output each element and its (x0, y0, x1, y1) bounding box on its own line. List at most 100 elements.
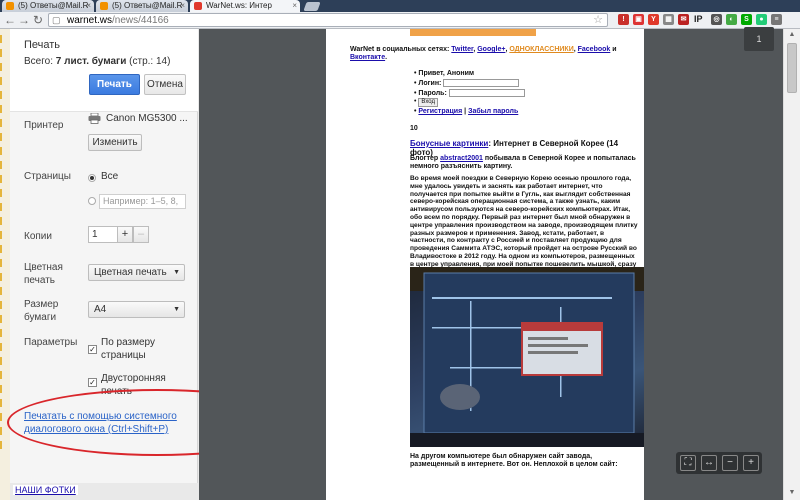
paper-size-select[interactable]: A4 ▼ (88, 301, 185, 318)
pages-custom-radio[interactable] (88, 197, 96, 205)
total-sheets: Всего: 7 лист. бумаги (стр.: 14) (24, 56, 170, 67)
color-label: Цветная печать (24, 262, 63, 286)
copies-decrement-button[interactable]: – (133, 226, 149, 243)
mail-ru-icon (6, 2, 14, 10)
total-label: Всего: (24, 56, 53, 67)
ip-extension-label[interactable]: IP (694, 14, 703, 25)
printer-name: Canon MG5300 ... (106, 113, 188, 124)
wrench-menu-icon[interactable]: ≡ (771, 14, 782, 25)
register-link[interactable]: Регистрация (418, 108, 462, 115)
parameters-label: Параметры (24, 337, 78, 348)
copies-increment-button[interactable]: + (117, 226, 133, 243)
fit-to-page-checkbox[interactable]: ✓ (88, 345, 97, 354)
speed-dial-extension-icon[interactable]: ◐ (726, 14, 737, 25)
enter-row: • Вход (414, 98, 438, 107)
tab-warnet[interactable]: WarNet.ws: Интер × (190, 0, 300, 12)
print-title: Печать (24, 39, 61, 51)
odnoklassniki-link[interactable]: ОДНОКЛАССНИКИ (509, 46, 573, 53)
vkontakte-link[interactable]: Вконтакте (350, 54, 385, 61)
preview-scrollbar[interactable]: ▲ ▼ (783, 29, 800, 500)
tab-title: (5) Ответы@Mail.R (18, 1, 89, 10)
total-value: 7 лист. бумаги (55, 56, 127, 67)
color-select[interactable]: Цветная печать ▼ (88, 264, 185, 281)
caption-text: На другом компьютере был обнаружен сайт … (410, 453, 618, 468)
print-header: Печать Всего: 7 лист. бумаги (стр.: 14) … (10, 29, 198, 112)
back-arrow-icon[interactable]: ← (3, 13, 17, 27)
scroll-down-icon[interactable]: ▼ (784, 487, 800, 499)
scrollbar-thumb[interactable] (787, 43, 797, 93)
password-row: • Пароль: (414, 89, 525, 98)
pdf-extension-icon[interactable]: ▣ (633, 14, 644, 25)
greeting: • Привет, Аноним (414, 70, 475, 77)
color-value: Цветная печать (94, 267, 167, 278)
close-tab-icon[interactable]: × (86, 0, 91, 12)
tab-title: (5) Ответы@Mail.R (112, 1, 183, 10)
warnet-icon (194, 2, 202, 10)
tab-strip: (5) Ответы@Mail.R × (5) Ответы@Mail.R × … (0, 0, 800, 12)
pages-label: Страницы (24, 171, 71, 182)
article-link[interactable]: Бонусные картинки (410, 139, 488, 148)
forgot-password-link[interactable]: Забыл пароль (468, 108, 518, 115)
mail-ru-icon (100, 2, 108, 10)
preview-page: WarNet в социальных сетях: Twitter, Goog… (326, 29, 644, 500)
url-text: warnet.ws/news/44166 (67, 14, 169, 27)
greeting-text: Привет, Аноним (418, 70, 475, 77)
register-row: • Регистрация | Забыл пароль (414, 108, 519, 115)
zoom-toolbar: ⛶ ↔ − + (676, 452, 762, 474)
page-number-badge: 1 (744, 27, 774, 51)
printer-label: Принтер (24, 120, 64, 131)
adblock-extension-icon[interactable]: ! (618, 14, 629, 25)
twitter-link[interactable]: Twitter (451, 46, 473, 53)
our-photos-link[interactable]: НАШИ ФОТКИ (13, 485, 78, 495)
duplex-checkbox[interactable]: ✓ (88, 378, 97, 387)
gmail-extension-icon[interactable]: ✉ (678, 14, 689, 25)
browser-toolbar: ← → ↻ ▢ warnet.ws/news/44166 ☆ ! ▣ Y ▦ ✉… (0, 12, 800, 29)
article-photo (410, 267, 644, 447)
extension-icon[interactable]: ▦ (663, 14, 674, 25)
print-button[interactable]: Печать (89, 74, 140, 95)
fit-width-icon[interactable]: ↔ (701, 455, 717, 471)
fit-page-icon[interactable]: ⛶ (680, 455, 696, 471)
change-printer-button[interactable]: Изменить (88, 134, 142, 151)
facebook-link[interactable]: Facebook (578, 46, 611, 53)
pages-range-input[interactable]: Например: 1–5, 8, (99, 194, 186, 209)
new-tab-button[interactable] (303, 2, 321, 11)
computer-screen-photo (410, 267, 644, 447)
zoom-in-icon[interactable]: + (743, 455, 759, 471)
bookmark-star-icon[interactable]: ☆ (593, 14, 603, 26)
paper-size-value: A4 (94, 304, 107, 315)
close-tab-icon[interactable]: × (292, 0, 297, 12)
social-prefix: WarNet в социальных сетях: (350, 46, 450, 53)
login-input[interactable] (443, 79, 520, 87)
url-host: warnet.ws (67, 15, 113, 26)
password-input[interactable] (448, 89, 525, 97)
zoom-out-icon[interactable]: − (722, 455, 738, 471)
tab-answers-1[interactable]: (5) Ответы@Mail.R × (2, 0, 94, 12)
yandex-extension-icon[interactable]: Y (648, 14, 659, 25)
reload-icon[interactable]: ↻ (31, 13, 45, 27)
social-line: WarNet в социальных сетях: Twitter, Goog… (350, 46, 617, 61)
extension-icon[interactable]: ● (756, 14, 767, 25)
scroll-up-icon[interactable]: ▲ (784, 29, 800, 41)
skype-extension-icon[interactable]: S (741, 14, 752, 25)
login-label: Логин: (418, 79, 442, 87)
background-page-strip (0, 29, 10, 500)
google-plus-link[interactable]: Google+ (477, 46, 505, 53)
blogger-link[interactable]: abstract2001 (440, 155, 483, 162)
paper-size-label: Размер бумаги (24, 299, 59, 323)
tab-answers-2[interactable]: (5) Ответы@Mail.R × (96, 0, 188, 12)
article-body: Во время моей поездки в Северную Корею о… (410, 175, 638, 276)
fit-to-page-label: По размеру страницы (101, 337, 156, 361)
pages-all-radio[interactable] (88, 174, 96, 182)
login-row: • Логин: (414, 79, 520, 88)
enter-button[interactable]: Вход (418, 98, 438, 107)
close-tab-icon[interactable]: × (180, 0, 185, 12)
extension-icon[interactable]: ◎ (711, 14, 722, 25)
copies-input[interactable]: 1 (88, 226, 118, 243)
cancel-button[interactable]: Отмена (144, 74, 186, 95)
total-pages: (стр.: 14) (129, 56, 171, 67)
address-bar[interactable]: ▢ warnet.ws/news/44166 ☆ (48, 13, 608, 27)
blogger-prefix: Блогтер (410, 155, 439, 162)
chevron-down-icon: ▼ (173, 306, 180, 313)
forward-arrow-icon[interactable]: → (17, 13, 31, 27)
